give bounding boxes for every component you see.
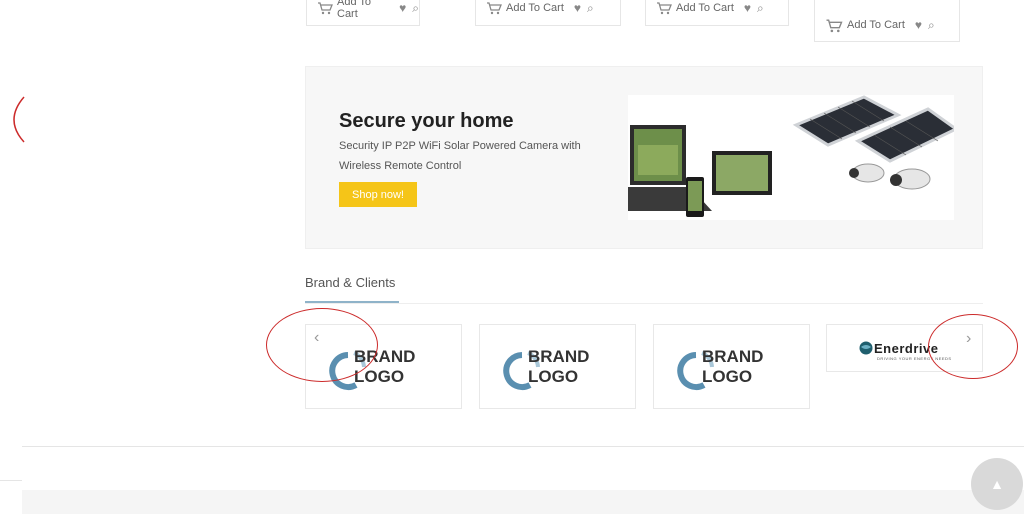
brand-logo-line2: LOGO [528, 367, 579, 386]
brand-logo-text: BRAND LOGO [528, 347, 589, 387]
add-to-cart-label[interactable]: Add To Cart [506, 2, 564, 14]
product-card[interactable]: Add To Cart ♥ ⌕ [645, 0, 789, 26]
footer-band [22, 490, 1024, 514]
camera-product-image [626, 95, 959, 220]
search-icon[interactable]: ⌕ [412, 2, 419, 14]
product-card[interactable]: Add To Cart ♥ ⌕ [475, 0, 621, 26]
section-divider [305, 303, 983, 304]
cart-icon[interactable] [486, 1, 502, 15]
footer-divider [22, 446, 1024, 447]
banner-description: Security IP P2P WiFi Solar Powered Camer… [339, 140, 581, 172]
section-title-underline [305, 301, 399, 303]
left-divider [0, 480, 22, 481]
cart-icon[interactable] [656, 1, 672, 15]
brand-logo-line2: LOGO [702, 367, 753, 386]
promo-banner: Secure your home Security IP P2P WiFi So… [305, 66, 983, 249]
shop-now-button[interactable]: Shop now! [339, 182, 417, 207]
add-to-cart-label[interactable]: Add To Cart [847, 19, 905, 31]
annotation-arc-left [13, 96, 25, 143]
search-icon[interactable]: ⌕ [757, 2, 764, 14]
heart-icon[interactable]: ♥ [744, 2, 751, 14]
brand-logo-text: BRAND LOGO [702, 347, 763, 387]
scroll-to-top-button[interactable]: ▲ [971, 458, 1023, 510]
cart-icon[interactable] [825, 18, 843, 33]
product-card[interactable]: Add To Cart ♥ ⌕ [306, 0, 420, 26]
banner-title: Secure your home [339, 110, 514, 132]
annotation-ellipse-prev [266, 308, 378, 382]
brand-logo-card[interactable]: BRAND LOGO [479, 324, 636, 409]
brand-logo-line1: BRAND [528, 347, 590, 366]
brand-logo-line1: BRAND [702, 347, 764, 366]
enerdrive-globe-icon [859, 341, 873, 355]
product-card[interactable]: Add To Cart ♥ ⌕ [814, 0, 960, 42]
search-icon[interactable]: ⌕ [928, 19, 935, 31]
heart-icon[interactable]: ♥ [399, 2, 406, 14]
chevron-up-icon: ▲ [990, 476, 1004, 492]
search-icon[interactable]: ⌕ [587, 2, 594, 14]
annotation-ellipse-next [928, 314, 1018, 379]
section-title: Brand & Clients [305, 275, 396, 290]
brand-logo-card[interactable]: BRAND LOGO [653, 324, 810, 409]
cart-icon[interactable] [317, 1, 333, 15]
add-to-cart-label[interactable]: Add To Cart [676, 2, 734, 14]
add-to-cart-label[interactable]: Add To Cart [337, 0, 389, 20]
heart-icon[interactable]: ♥ [574, 2, 581, 14]
heart-icon[interactable]: ♥ [915, 19, 922, 31]
